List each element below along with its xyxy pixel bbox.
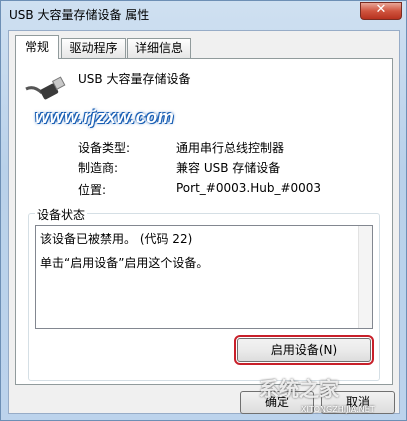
enable-device-button[interactable]: 启用设备(N) bbox=[234, 335, 374, 365]
tab-details-label: 详细信息 bbox=[134, 41, 183, 55]
tab-general[interactable]: 常规 bbox=[15, 35, 59, 59]
device-type-label: 设备类型: bbox=[78, 141, 131, 155]
manufacturer-value: 兼容 USB 存储设备 bbox=[176, 161, 281, 175]
window-title: USB 大容量存储设备 属性 bbox=[9, 8, 150, 22]
corner-url-watermark: XITONGZHIJIA.NET bbox=[301, 405, 375, 414]
site-watermark: www.rjzxw.com bbox=[35, 107, 175, 127]
device-type-value: 通用串行总线控制器 bbox=[176, 141, 285, 155]
close-button[interactable]: ✕ bbox=[360, 2, 402, 20]
device-status-title: 设备状态 bbox=[35, 206, 88, 223]
tab-details[interactable]: 详细信息 bbox=[127, 38, 191, 58]
usb-plug-icon bbox=[25, 76, 66, 100]
device-status-text[interactable]: 该设备已被禁用。 (代码 22) 单击“启用设备”启用这个设备。 bbox=[35, 225, 373, 329]
tab-general-label: 常规 bbox=[24, 40, 49, 54]
location-label: 位置: bbox=[78, 183, 107, 197]
device-status-group: 设备状态 该设备已被禁用。 (代码 22) 单击“启用设备”启用这个设备。 启用… bbox=[28, 206, 380, 381]
device-name: USB 大容量存储设备 bbox=[78, 72, 191, 86]
corner-logo-watermark: 系统之家 bbox=[259, 377, 339, 401]
location-value: Port_#0003.Hub_#0003 bbox=[176, 181, 322, 195]
status-line-hint: 单击“启用设备”启用这个设备。 bbox=[40, 256, 209, 270]
status-scrollbar[interactable] bbox=[358, 226, 372, 328]
close-icon: ✕ bbox=[375, 2, 387, 17]
manufacturer-label: 制造商: bbox=[78, 161, 119, 175]
tab-driver[interactable]: 驱动程序 bbox=[61, 38, 126, 58]
tab-driver-label: 驱动程序 bbox=[69, 41, 118, 55]
dialog-client: 常规 驱动程序 详细信息 USB 大容量存储设备 设备类型: 通用串行总线控制器… bbox=[8, 30, 400, 414]
status-line-disabled: 该设备已被禁用。 (代码 22) bbox=[40, 232, 193, 246]
properties-window: USB 大容量存储设备 属性 ✕ 常规 驱动程序 详细信息 USB 大容量存储设… bbox=[0, 0, 407, 421]
title-bar[interactable]: USB 大容量存储设备 属性 ✕ bbox=[1, 1, 406, 27]
